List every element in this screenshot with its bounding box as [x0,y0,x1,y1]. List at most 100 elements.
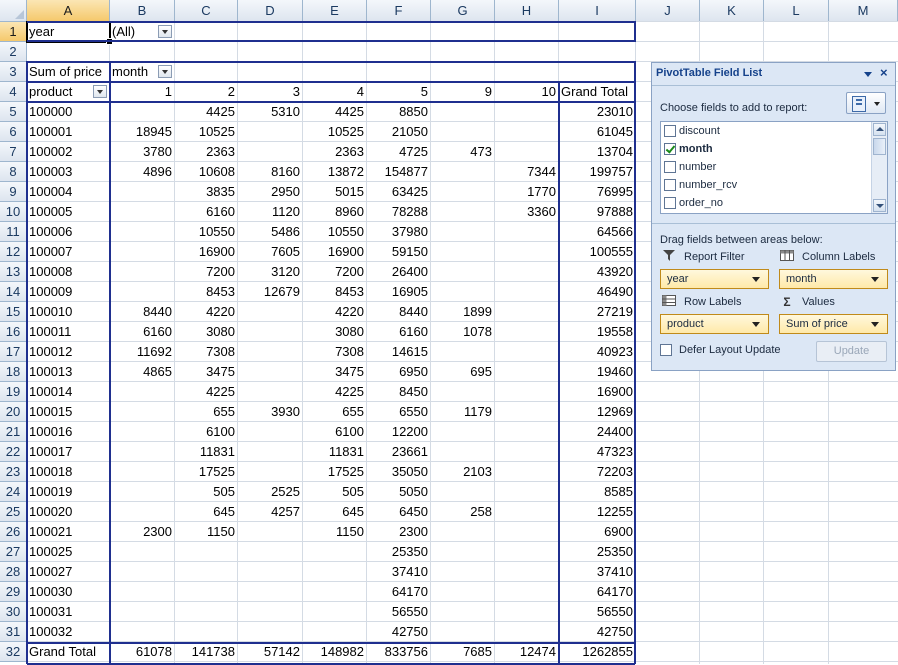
cell-f27[interactable]: 25350 [367,542,428,562]
field-list-layout-button[interactable] [846,92,886,114]
cell-b6[interactable]: 18945 [110,122,172,142]
scroll-thumb[interactable] [873,138,886,155]
cell-e10[interactable]: 8960 [303,202,364,222]
row-header-8[interactable]: 8 [0,162,27,182]
cell-e5[interactable]: 4425 [303,102,364,122]
field-item-discount[interactable]: discount [664,122,720,140]
cell-a28[interactable]: 100027 [27,562,107,582]
cell-e23[interactable]: 17525 [303,462,364,482]
cell-c7[interactable]: 2363 [175,142,235,162]
cell-i19[interactable]: 16900 [559,382,633,402]
row-header-3[interactable]: 3 [0,62,27,82]
cell-e25[interactable]: 645 [303,502,364,522]
cell-i7[interactable]: 13704 [559,142,633,162]
cell-g15[interactable]: 1899 [431,302,492,322]
column-header-m[interactable]: M [829,0,898,22]
field-item-order_no[interactable]: order_no [664,194,723,212]
column-header-c[interactable]: C [175,0,238,22]
report-filter-field-year[interactable]: year [660,269,769,289]
cell-f26[interactable]: 2300 [367,522,428,542]
row-header-24[interactable]: 24 [0,482,27,502]
cell-f21[interactable]: 12200 [367,422,428,442]
cell-f16[interactable]: 6160 [367,322,428,342]
cell-d4[interactable]: 3 [238,82,300,102]
cell-e18[interactable]: 3475 [303,362,364,382]
row-header-27[interactable]: 27 [0,542,27,562]
cell-d11[interactable]: 5486 [238,222,300,242]
cell-a31[interactable]: 100032 [27,622,107,642]
cell-d9[interactable]: 2950 [238,182,300,202]
row-labels-dropdown-icon[interactable] [93,85,107,98]
row-header-23[interactable]: 23 [0,462,27,482]
cell-h9[interactable]: 1770 [495,182,556,202]
cell-i6[interactable]: 61045 [559,122,633,142]
cell-c25[interactable]: 645 [175,502,235,522]
cell-c12[interactable]: 16900 [175,242,235,262]
column-header-g[interactable]: G [431,0,495,22]
cell-a30[interactable]: 100031 [27,602,107,622]
cell-c10[interactable]: 6160 [175,202,235,222]
cell-a9[interactable]: 100004 [27,182,107,202]
chevron-down-icon[interactable] [871,277,879,282]
cell-b15[interactable]: 8440 [110,302,172,322]
cell-h4[interactable]: 10 [495,82,556,102]
cell-i23[interactable]: 72203 [559,462,633,482]
cell-e8[interactable]: 13872 [303,162,364,182]
cell-g4[interactable]: 9 [431,82,492,102]
row-header-17[interactable]: 17 [0,342,27,362]
row-header-4[interactable]: 4 [0,82,27,102]
cell-a29[interactable]: 100030 [27,582,107,602]
column-header-e[interactable]: E [303,0,367,22]
field-checkbox-number[interactable] [664,161,676,173]
row-header-14[interactable]: 14 [0,282,27,302]
cell-i9[interactable]: 76995 [559,182,633,202]
cell-e7[interactable]: 2363 [303,142,364,162]
cell-e4[interactable]: 4 [303,82,364,102]
cell-g18[interactable]: 695 [431,362,492,382]
row-header-13[interactable]: 13 [0,262,27,282]
row-header-9[interactable]: 9 [0,182,27,202]
row-header-31[interactable]: 31 [0,622,27,642]
cell-a24[interactable]: 100019 [27,482,107,502]
cell-e6[interactable]: 10525 [303,122,364,142]
cell-g32[interactable]: 7685 [431,642,492,662]
cell-a6[interactable]: 100001 [27,122,107,142]
row-header-2[interactable]: 2 [0,42,27,62]
cell-c9[interactable]: 3835 [175,182,235,202]
cell-f4[interactable]: 5 [367,82,428,102]
cell-i25[interactable]: 12255 [559,502,633,522]
cell-h32[interactable]: 12474 [495,642,556,662]
close-icon[interactable]: × [880,65,888,80]
cell-a20[interactable]: 100015 [27,402,107,422]
cell-a7[interactable]: 100002 [27,142,107,162]
cell-c24[interactable]: 505 [175,482,235,502]
cell-c19[interactable]: 4225 [175,382,235,402]
cell-i26[interactable]: 6900 [559,522,633,542]
scroll-up-icon[interactable] [873,123,886,136]
cell-g20[interactable]: 1179 [431,402,492,422]
cell-i32[interactable]: 1262855 [559,642,633,662]
row-header-20[interactable]: 20 [0,402,27,422]
column-header-f[interactable]: F [367,0,431,22]
column-header-d[interactable]: D [238,0,303,22]
cell-a17[interactable]: 100012 [27,342,107,362]
cell-c8[interactable]: 10608 [175,162,235,182]
cell-f14[interactable]: 16905 [367,282,428,302]
cell-e15[interactable]: 4220 [303,302,364,322]
cell-f18[interactable]: 6950 [367,362,428,382]
update-button[interactable]: Update [816,341,887,362]
row-header-18[interactable]: 18 [0,362,27,382]
cell-i20[interactable]: 12969 [559,402,633,422]
cell-f22[interactable]: 23661 [367,442,428,462]
column-header-a[interactable]: A [27,0,110,22]
cell-i13[interactable]: 43920 [559,262,633,282]
cell-f12[interactable]: 59150 [367,242,428,262]
field-item-number_rcv[interactable]: number_rcv [664,176,737,194]
cell-f31[interactable]: 42750 [367,622,428,642]
cell-c20[interactable]: 655 [175,402,235,422]
cell-f19[interactable]: 8450 [367,382,428,402]
cell-c26[interactable]: 1150 [175,522,235,542]
row-header-28[interactable]: 28 [0,562,27,582]
cell-c4[interactable]: 2 [175,82,235,102]
cell-h8[interactable]: 7344 [495,162,556,182]
